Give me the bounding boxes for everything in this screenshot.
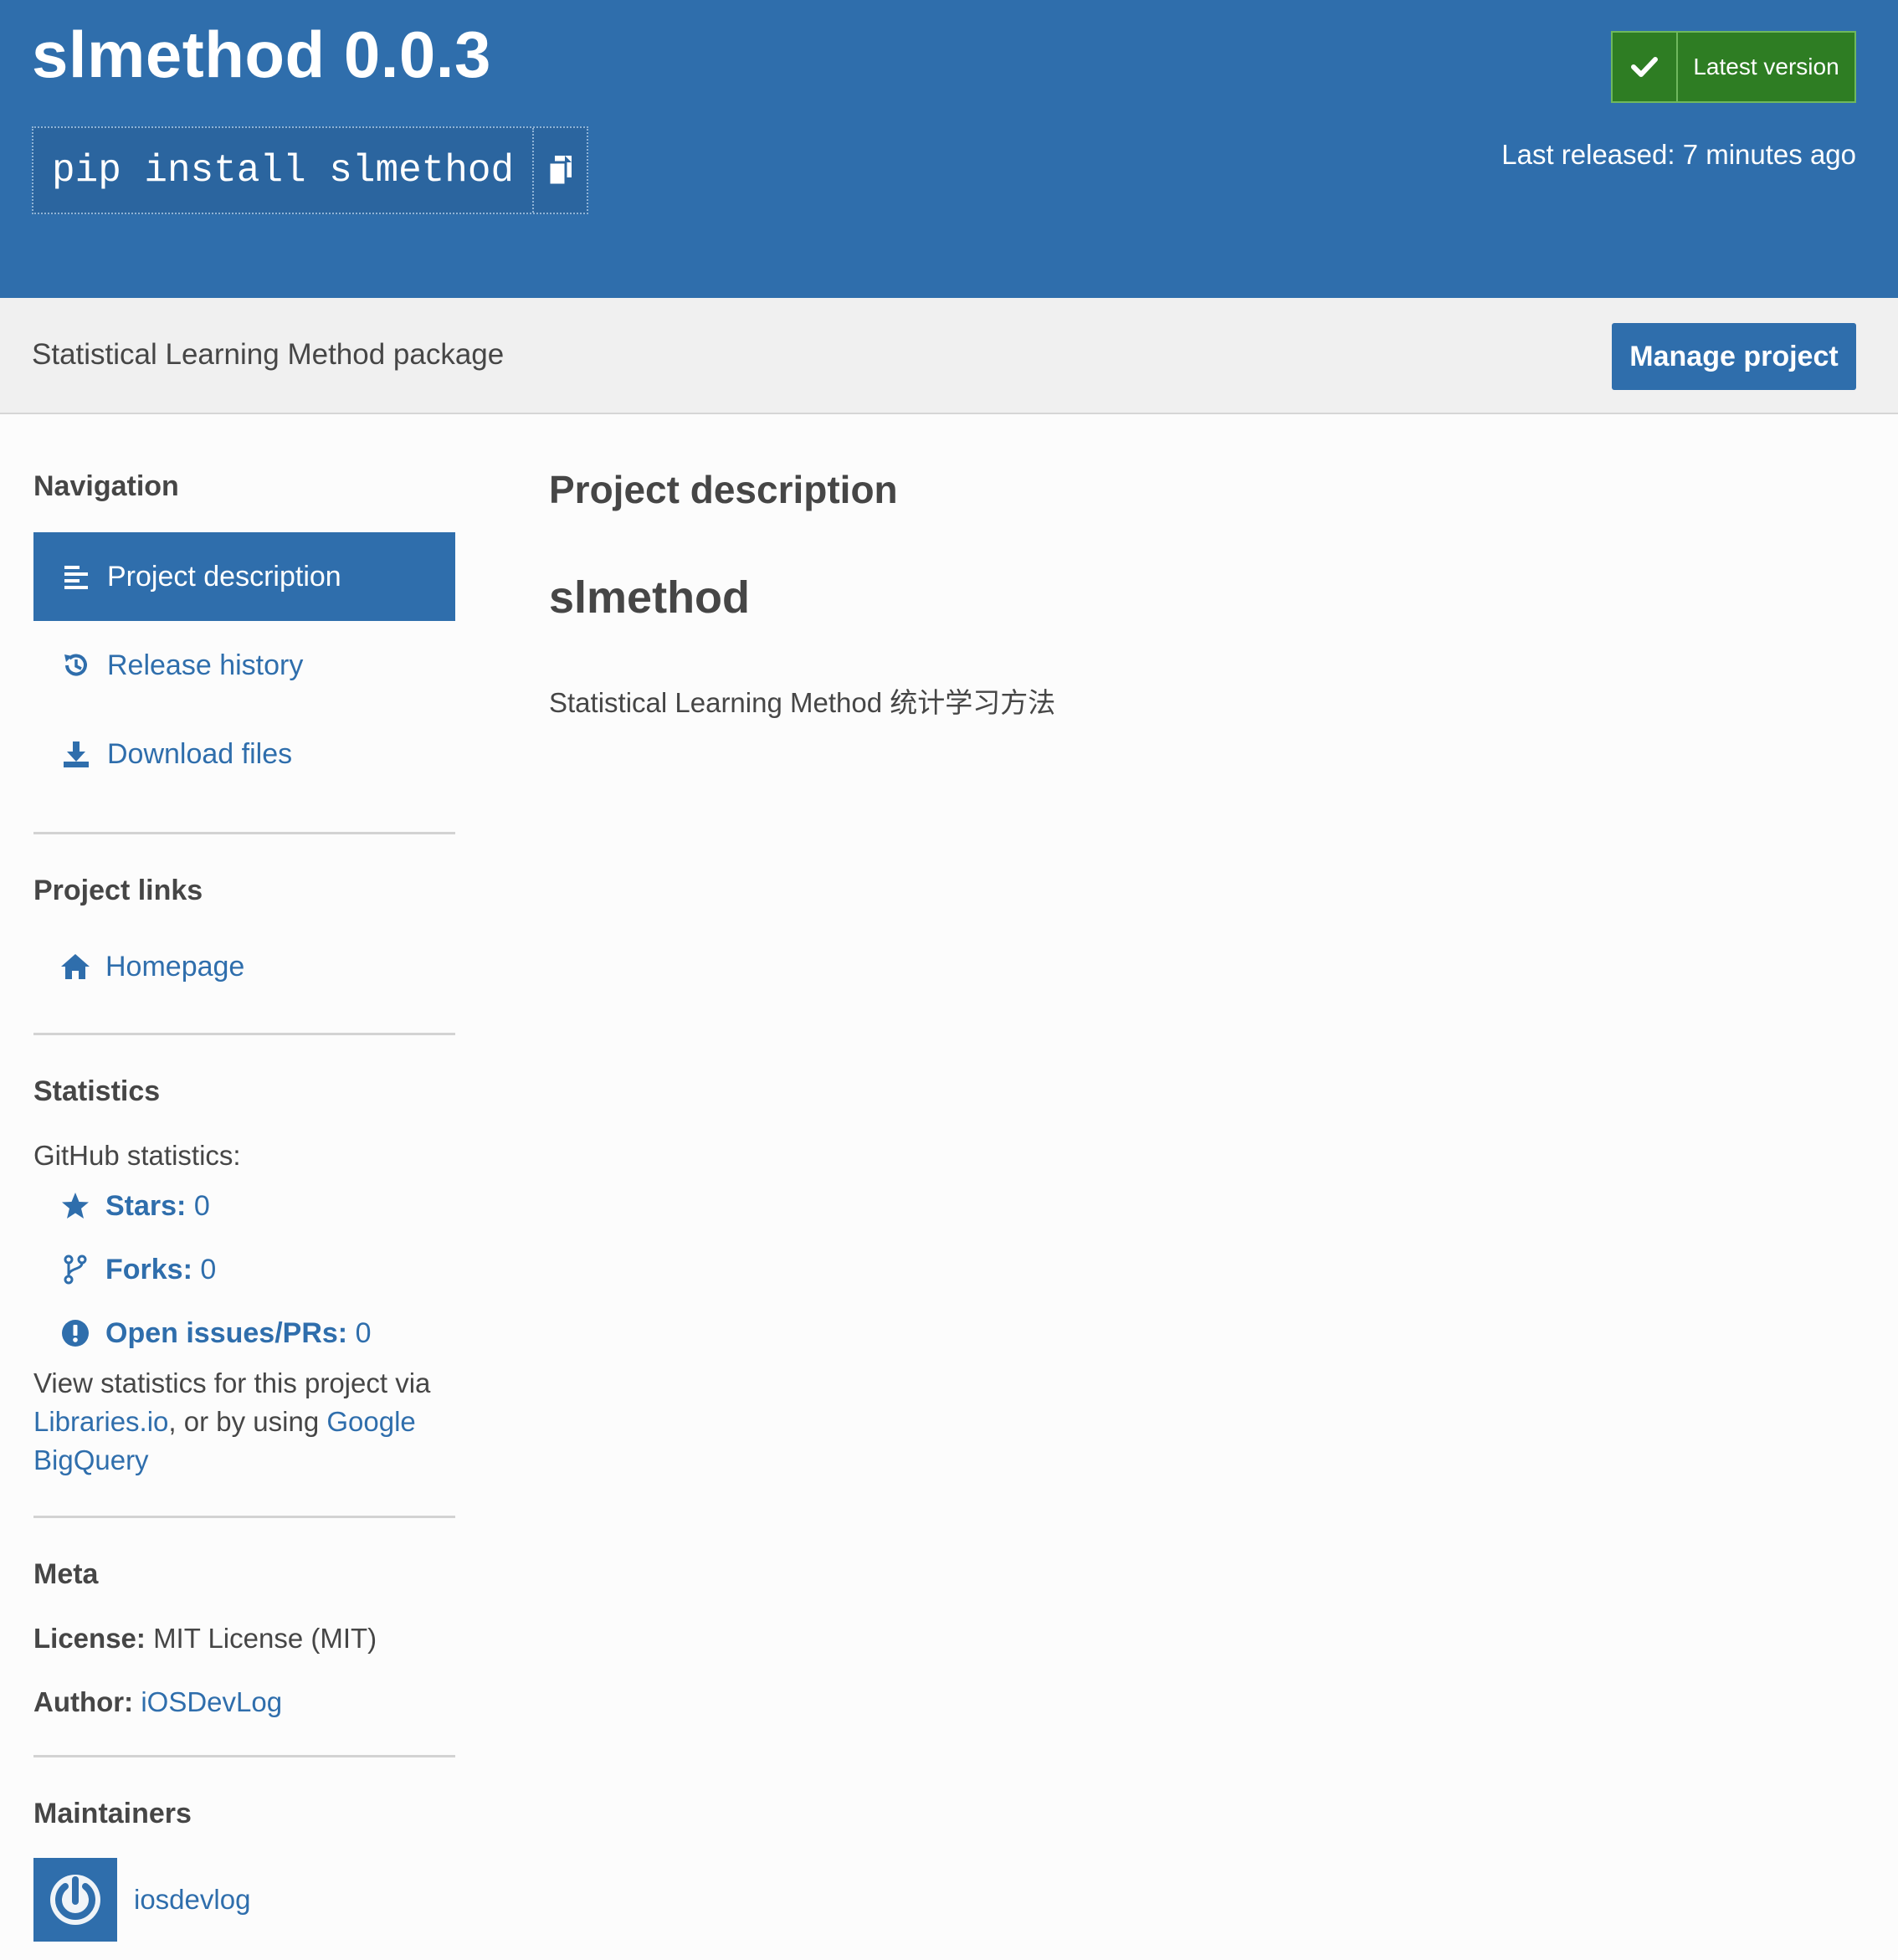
maintainer-link[interactable]: iosdevlog bbox=[134, 1880, 250, 1919]
forks-count: 0 bbox=[200, 1253, 217, 1285]
license-row: License: MIT License (MIT) bbox=[33, 1619, 377, 1658]
package-summary: Statistical Learning Method package bbox=[32, 338, 505, 371]
bigquery-link-text: BigQuery bbox=[33, 1444, 149, 1475]
forks-link[interactable]: Forks: 0 bbox=[59, 1253, 216, 1286]
exclamation-circle-icon bbox=[59, 1316, 92, 1350]
pip-install-box: pip install slmethod bbox=[32, 126, 588, 214]
divider bbox=[33, 1033, 455, 1035]
latest-version-label: Latest version bbox=[1693, 54, 1839, 80]
last-released: Last released: 7 minutes ago bbox=[1501, 139, 1856, 170]
download-icon bbox=[60, 738, 92, 770]
code-fork-icon bbox=[59, 1253, 92, 1286]
divider bbox=[33, 832, 455, 834]
latest-version-badge[interactable]: Latest version bbox=[1611, 31, 1856, 103]
maintainers-heading: Maintainers bbox=[33, 1798, 192, 1829]
nav-label: Release history bbox=[107, 649, 304, 681]
readme-title: slmethod bbox=[549, 572, 751, 623]
star-icon bbox=[59, 1189, 92, 1223]
view-statistics-text: View statistics for this project via Lib… bbox=[33, 1364, 455, 1480]
nav-release-history[interactable]: Release history bbox=[33, 621, 455, 710]
power-icon bbox=[50, 1875, 100, 1925]
open-issues-count: 0 bbox=[355, 1316, 372, 1349]
author-row: Author: iOSDevLog bbox=[33, 1683, 282, 1721]
align-left-icon bbox=[60, 561, 92, 593]
open-issues-link[interactable]: Open issues/PRs: 0 bbox=[59, 1316, 371, 1350]
author-label: Author: bbox=[33, 1686, 134, 1717]
statistics-heading: Statistics bbox=[33, 1075, 161, 1107]
view-stats-middle: , or by using bbox=[168, 1406, 320, 1437]
license-label: License: bbox=[33, 1623, 146, 1654]
homepage-link[interactable]: Homepage bbox=[59, 950, 244, 983]
package-summary-bar: Statistical Learning Method package Mana… bbox=[0, 298, 1898, 414]
project-links-heading: Project links bbox=[33, 875, 203, 906]
view-stats-prefix: View statistics for this project via bbox=[33, 1367, 431, 1398]
nav-project-description[interactable]: Project description bbox=[33, 532, 455, 621]
package-header: slmethod 0.0.3 pip install slmethod Late… bbox=[0, 0, 1898, 298]
divider bbox=[33, 1755, 455, 1757]
maintainer-avatar[interactable] bbox=[33, 1858, 117, 1942]
nav-download-files[interactable]: Download files bbox=[33, 710, 455, 798]
pip-command[interactable]: pip install slmethod bbox=[33, 128, 532, 213]
nav-label: Project description bbox=[107, 560, 341, 593]
stars-link[interactable]: Stars: 0 bbox=[59, 1189, 210, 1223]
package-title: slmethod 0.0.3 bbox=[32, 18, 491, 91]
meta-heading: Meta bbox=[33, 1558, 99, 1590]
check-icon bbox=[1613, 33, 1678, 101]
copy-icon bbox=[547, 155, 572, 186]
google-link-text: Google bbox=[326, 1406, 416, 1437]
manage-project-button[interactable]: Manage project bbox=[1612, 323, 1856, 390]
home-icon bbox=[59, 950, 92, 983]
license-value: MIT License (MIT) bbox=[153, 1623, 377, 1654]
open-issues-label: Open issues/PRs: bbox=[105, 1316, 348, 1349]
navigation-heading: Navigation bbox=[33, 470, 179, 502]
copy-button[interactable] bbox=[532, 128, 587, 213]
history-icon bbox=[60, 649, 92, 681]
stars-label: Stars: bbox=[105, 1189, 187, 1222]
forks-label: Forks: bbox=[105, 1253, 192, 1285]
homepage-label: Homepage bbox=[105, 950, 245, 983]
stars-count: 0 bbox=[193, 1189, 210, 1222]
github-statistics-label: GitHub statistics: bbox=[33, 1140, 241, 1171]
divider bbox=[33, 1516, 455, 1518]
section-heading: Project description bbox=[549, 468, 898, 511]
readme-text: Statistical Learning Method 统计学习方法 bbox=[549, 687, 1056, 718]
libraries-io-link[interactable]: Libraries.io bbox=[33, 1406, 168, 1437]
nav-label: Download files bbox=[107, 737, 293, 770]
author-link[interactable]: iOSDevLog bbox=[141, 1686, 282, 1717]
